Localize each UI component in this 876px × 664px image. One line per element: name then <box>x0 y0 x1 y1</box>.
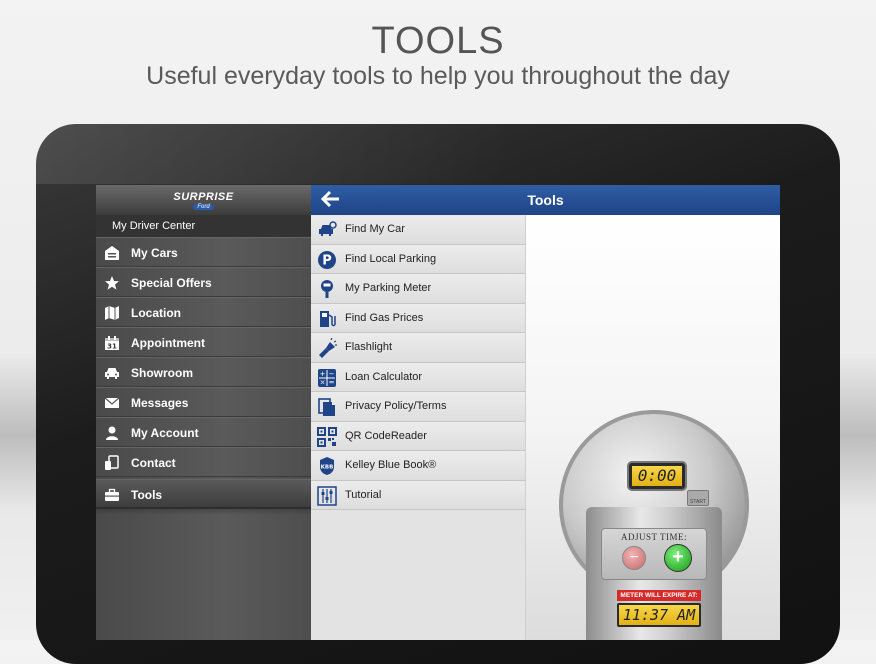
svg-text:31: 31 <box>107 343 117 351</box>
flashlight-icon <box>317 338 337 358</box>
brand-name: SURPRISE <box>173 191 234 203</box>
tool-item-tutorial[interactable]: Tutorial <box>311 480 525 510</box>
parking-meter-icon <box>317 279 337 299</box>
sidebar-item-label: Appointment <box>131 336 205 350</box>
star-icon <box>104 275 120 291</box>
expire-time-value: 11:37 AM <box>619 605 699 625</box>
sidebar-header: My Driver Center <box>96 215 311 237</box>
tool-label: My Parking Meter <box>345 282 432 294</box>
meter-start-button[interactable]: START <box>687 490 709 506</box>
document-icon <box>317 397 337 417</box>
top-bar: Tools <box>311 185 780 215</box>
tool-label: QR CodeReader <box>345 429 427 442</box>
sidebar-item-my-account[interactable]: My Account <box>96 417 311 447</box>
promo-subtitle: Useful everyday tools to help you throug… <box>146 62 730 90</box>
calculator-icon: + − × = <box>317 368 337 388</box>
garage-icon <box>104 245 120 261</box>
app-screen: SURPRISE Ford My Driver Center My Cars S… <box>96 185 780 640</box>
gas-pump-icon <box>317 309 337 329</box>
envelope-icon <box>104 395 120 411</box>
sidebar-shadow <box>96 507 311 515</box>
phone-icon <box>104 455 120 471</box>
tool-item-qr-code-reader[interactable]: QR CodeReader <box>311 421 525 451</box>
toolbox-icon <box>104 487 120 503</box>
sidebar-item-label: My Cars <box>131 246 178 260</box>
tools-list: Find My Car P Find Local Parking My Park… <box>311 215 526 640</box>
svg-text:+: + <box>320 370 326 378</box>
sidebar: SURPRISE Ford My Driver Center My Cars S… <box>96 185 311 640</box>
tool-label: Find Local Parking <box>345 252 437 265</box>
svg-text:KBB: KBB <box>321 465 334 471</box>
sidebar-item-messages[interactable]: Messages <box>96 387 311 417</box>
sidebar-item-my-cars[interactable]: My Cars <box>96 237 311 267</box>
person-icon <box>104 425 120 441</box>
decrease-time-button[interactable]: − <box>622 546 646 570</box>
brand-sub: Ford <box>96 204 311 210</box>
sliders-icon <box>317 485 337 506</box>
tool-item-find-gas-prices[interactable]: Find Gas Prices <box>311 303 525 333</box>
sidebar-item-location[interactable]: Location <box>96 297 311 327</box>
parking-icon: P <box>317 250 337 270</box>
tool-item-find-local-parking[interactable]: P Find Local Parking <box>311 244 525 274</box>
tool-label: Loan Calculator <box>345 370 423 383</box>
tool-item-find-my-car[interactable]: Find My Car <box>311 215 525 245</box>
tool-label: Privacy Policy/Terms <box>345 400 447 412</box>
svg-text:=: = <box>329 378 335 386</box>
tool-item-privacy-policy[interactable]: Privacy Policy/Terms <box>311 392 525 422</box>
car-icon <box>104 365 120 381</box>
meter-display-value: 0:00 <box>632 466 682 486</box>
increase-time-button[interactable]: + <box>664 544 692 572</box>
svg-text:−: − <box>329 370 335 378</box>
svg-text:P: P <box>322 253 332 268</box>
page-title: Tools <box>527 192 564 208</box>
tool-label: Flashlight <box>345 341 393 353</box>
tool-label: Find My Car <box>345 223 405 235</box>
sidebar-item-label: My Account <box>131 426 199 440</box>
svg-text:×: × <box>320 378 326 386</box>
tool-label: Kelley Blue Book® <box>345 459 437 471</box>
brand-logo[interactable]: SURPRISE Ford <box>96 185 311 215</box>
main-panel: Tools Find My Car P Find Local Parking M… <box>311 185 780 640</box>
tool-label: Tutorial <box>345 488 382 501</box>
ford-badge: Ford <box>193 204 214 210</box>
sidebar-item-contact[interactable]: Contact <box>96 447 311 477</box>
map-icon <box>104 305 120 321</box>
tool-item-loan-calculator[interactable]: + − × = Loan Calculator <box>311 362 525 392</box>
kbb-icon: KBB <box>317 456 337 476</box>
sidebar-item-special-offers[interactable]: Special Offers <box>96 267 311 297</box>
adjust-time-label: ADJUST TIME: <box>621 532 687 542</box>
sidebar-item-label: Location <box>131 306 181 320</box>
sidebar-item-showroom[interactable]: Showroom <box>96 357 311 387</box>
expire-time-display: 11:37 AM <box>617 603 701 627</box>
promo-title: TOOLS <box>371 20 505 62</box>
sidebar-item-appointment[interactable]: 31 Appointment <box>96 327 311 357</box>
tool-item-kelley-blue-book[interactable]: KBB Kelley Blue Book® <box>311 451 525 481</box>
qr-code-icon <box>317 426 337 447</box>
expire-label: METER WILL EXPIRE AT: <box>617 590 701 601</box>
calendar-icon: 31 <box>104 335 120 351</box>
adjust-time-panel: ADJUST TIME: − + <box>601 528 707 580</box>
car-locate-icon <box>317 220 337 240</box>
tool-item-flashlight[interactable]: Flashlight <box>311 333 525 363</box>
tool-item-my-parking-meter[interactable]: My Parking Meter <box>311 274 525 304</box>
meter-display: 0:00 <box>629 463 685 489</box>
sidebar-item-tools[interactable]: Tools <box>96 479 311 509</box>
meter-start-label: START <box>690 499 706 505</box>
sidebar-item-label: Messages <box>131 396 189 410</box>
sidebar-item-label: Contact <box>131 456 176 470</box>
sidebar-item-label: Special Offers <box>131 276 212 290</box>
sidebar-item-label: Tools <box>131 488 163 502</box>
tool-label: Find Gas Prices <box>345 311 424 324</box>
sidebar-item-label: Showroom <box>131 366 193 380</box>
